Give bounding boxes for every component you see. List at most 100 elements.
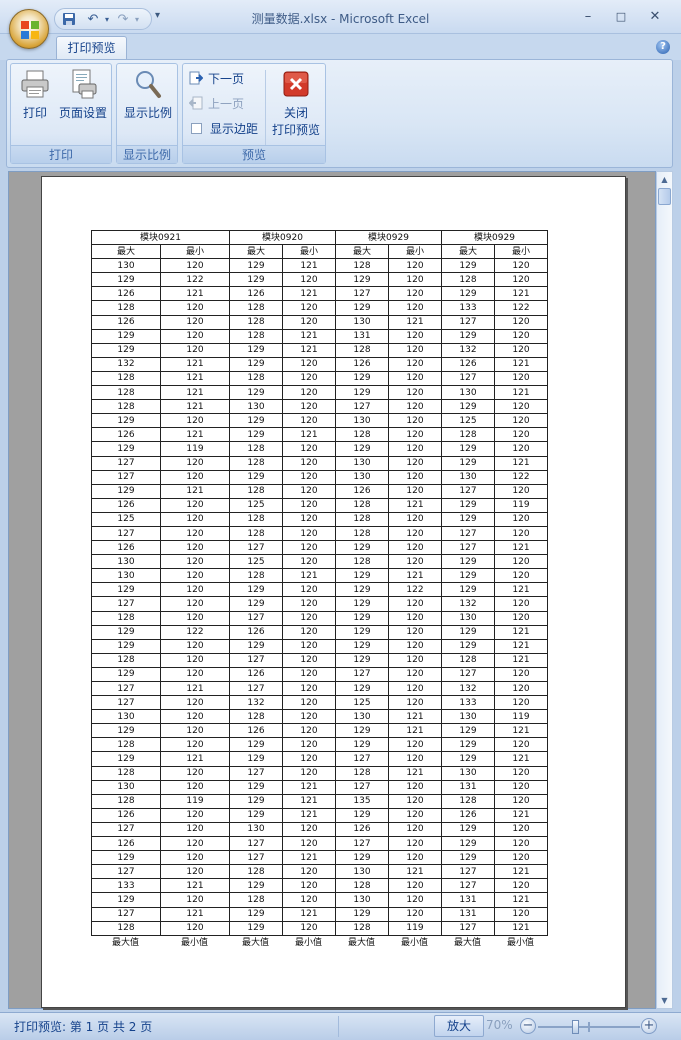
- table-cell: 127: [441, 370, 495, 387]
- table-cell: 128: [229, 864, 283, 880]
- minimize-button[interactable]: –: [578, 9, 598, 25]
- table-cell: 120: [160, 821, 230, 838]
- table-cell: 121: [282, 850, 336, 866]
- status-divider: [338, 1016, 339, 1037]
- table-cell: 126: [441, 356, 495, 372]
- table-cell: 129: [229, 779, 283, 795]
- table-cell: 120: [282, 554, 336, 570]
- module-header-row: 模块0921 模块0920 模块0929 模块0929: [91, 229, 548, 246]
- table-cell: 132: [441, 680, 495, 697]
- table-cell: 120: [388, 680, 442, 697]
- table-cell: 127: [441, 540, 495, 556]
- table-cell: 120: [282, 272, 336, 288]
- table-cell: 120: [282, 864, 336, 880]
- close-print-preview-button[interactable]: 关闭 打印预览: [267, 68, 325, 138]
- summary-label: 最小值: [400, 938, 428, 948]
- table-row: 129 120 128 120 130 120 131 121: [91, 892, 548, 908]
- table-cell: 128: [441, 652, 495, 668]
- table-cell: 127: [91, 821, 161, 838]
- table-cell: 120: [494, 483, 548, 499]
- zoom-in-icon[interactable]: +: [641, 1018, 657, 1034]
- table-cell: 128: [335, 765, 389, 781]
- table-cell: 129: [335, 610, 389, 626]
- table-cell: 129: [335, 723, 389, 739]
- table-cell: 121: [282, 568, 336, 584]
- table-cell: 129: [335, 807, 389, 823]
- page-setup-button[interactable]: 页面设置: [57, 68, 109, 121]
- table-cell: 128: [335, 427, 389, 443]
- table-row: 133 121 129 120 128 120 127 120: [91, 878, 548, 894]
- table-cell: 120: [160, 540, 230, 556]
- title-bar: ↶ ▾ ↷ ▾ ▾ 测量数据.xlsx - Microsoft Excel – …: [0, 0, 681, 34]
- next-page-button[interactable]: 下一页: [189, 69, 244, 89]
- table-cell: 120: [282, 455, 336, 471]
- maximize-button[interactable]: □: [611, 9, 631, 25]
- table-cell: 120: [388, 737, 442, 753]
- sub-header-row: 最大 最小 最大 最小 最大 最小 最大 最小: [91, 244, 548, 260]
- table-cell: 121: [160, 286, 230, 302]
- table-cell: 129: [91, 413, 161, 429]
- print-preview-area[interactable]: 模块0921 模块0920 模块0929 模块0929 最大 最小 最大 最小 …: [8, 171, 656, 1009]
- table-cell: 120: [494, 666, 548, 683]
- table-cell: 120: [282, 483, 336, 499]
- table-cell: 120: [388, 892, 442, 908]
- close-window-button[interactable]: ✕: [645, 9, 665, 25]
- table-cell: 129: [441, 441, 495, 457]
- table-cell: 129: [441, 399, 495, 415]
- table-row: 126 120 125 120 128 121 129 119: [91, 497, 548, 513]
- table-cell: 126: [229, 624, 283, 640]
- print-button[interactable]: 打印: [15, 68, 55, 121]
- zoom-group: 显示比例 显示比例: [116, 63, 178, 164]
- table-cell: 128: [335, 497, 389, 513]
- table-cell: 128: [229, 568, 283, 584]
- scroll-down-icon[interactable]: ▼: [657, 993, 672, 1008]
- zoom-button[interactable]: 显示比例: [120, 68, 176, 121]
- table-cell: 129: [229, 906, 283, 922]
- table-cell: 121: [160, 878, 230, 894]
- table-cell: 125: [335, 695, 389, 711]
- table-row: 129 120 129 120 129 122 129 121: [91, 582, 548, 598]
- zoom-out-icon[interactable]: −: [520, 1018, 536, 1034]
- previous-page-button[interactable]: 上一页: [188, 94, 244, 114]
- tab-print-preview[interactable]: 打印预览: [56, 36, 127, 60]
- table-cell: 119: [494, 497, 548, 513]
- office-button[interactable]: [9, 9, 49, 49]
- table-cell: 127: [335, 779, 389, 795]
- table-cell: 121: [160, 906, 230, 922]
- table-cell: 120: [388, 286, 442, 302]
- table-cell: 130: [441, 610, 495, 626]
- table-cell: 127: [229, 680, 283, 697]
- table-row: 126 121 126 121 127 120 129 121: [91, 286, 548, 302]
- show-margins-label: 显示边距: [210, 122, 259, 136]
- scroll-up-icon[interactable]: ▲: [657, 172, 672, 187]
- table-cell: 127: [441, 666, 495, 683]
- zoom-slider-thumb[interactable]: [572, 1020, 579, 1034]
- table-cell: 120: [160, 469, 230, 485]
- table-cell: 121: [494, 385, 548, 401]
- table-row: 129 122 129 120 129 120 128 120: [91, 272, 548, 288]
- table-cell: 125: [91, 511, 161, 527]
- zoom-in-button[interactable]: 放大: [434, 1015, 484, 1037]
- table-cell: 120: [388, 399, 442, 415]
- table-cell: 120: [282, 680, 336, 697]
- table-cell: 129: [229, 272, 283, 288]
- table-cell: 127: [335, 399, 389, 415]
- table-cell: 120: [160, 511, 230, 527]
- table-cell: 120: [282, 765, 336, 781]
- table-cell: 121: [494, 864, 548, 880]
- module-header: 模块0929: [335, 229, 442, 246]
- help-icon[interactable]: ?: [656, 40, 670, 54]
- table-cell: 130: [335, 413, 389, 429]
- table-cell: 125: [229, 497, 283, 513]
- table-cell: 127: [441, 864, 495, 880]
- show-margins-checkbox-box[interactable]: [191, 123, 202, 134]
- table-cell: 120: [388, 511, 442, 527]
- vertical-scrollbar[interactable]: ▲ ▼: [656, 171, 673, 1009]
- show-margins-checkbox[interactable]: 显示边距: [189, 119, 258, 139]
- scroll-thumb[interactable]: [658, 188, 671, 205]
- table-cell: 120: [160, 497, 230, 513]
- table-cell: 120: [160, 652, 230, 668]
- table-cell: 120: [160, 695, 230, 711]
- table-cell: 129: [229, 427, 283, 443]
- table-cell: 121: [494, 624, 548, 640]
